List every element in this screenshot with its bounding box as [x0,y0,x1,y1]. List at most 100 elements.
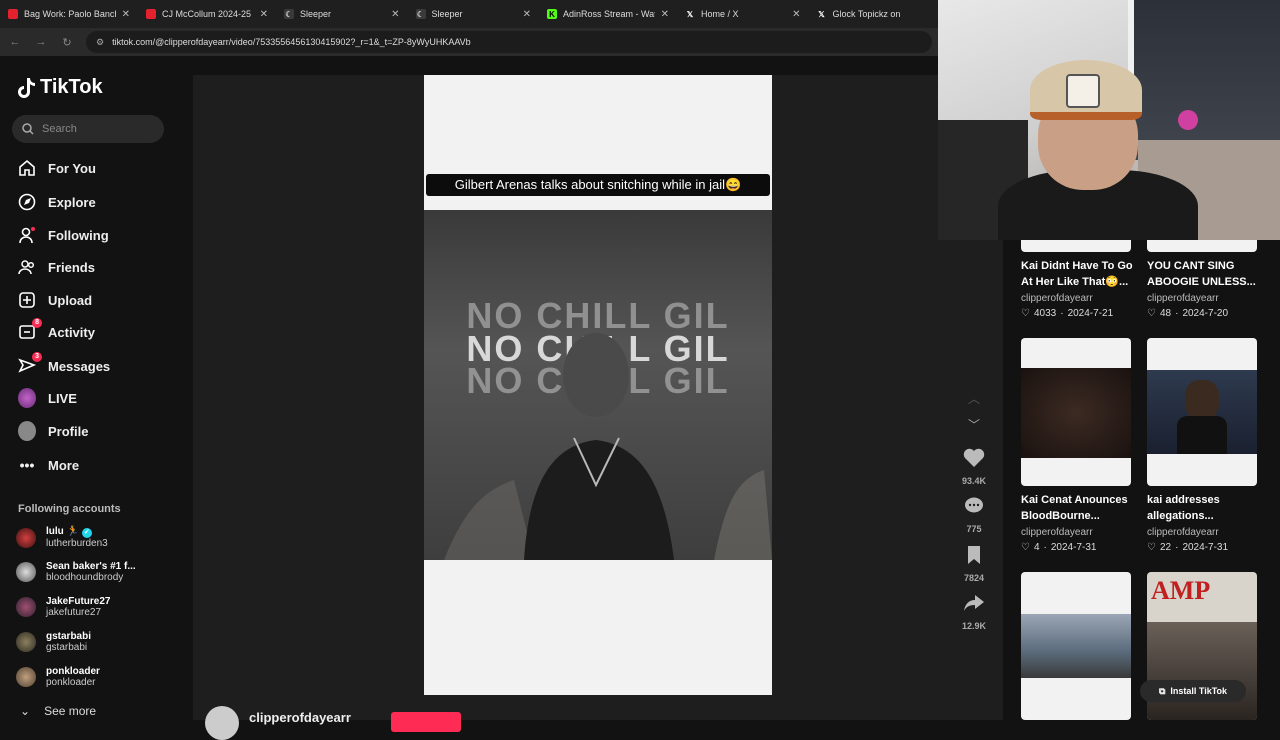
card-channel[interactable]: clipperofdayearr [1021,293,1093,304]
share-button[interactable]: 12.9K [955,593,993,631]
browser-tab[interactable]: 𝕏 Home / X ✕ [677,0,809,28]
account-item[interactable]: gstarbabi gstarbabi [16,631,91,653]
thumbnail-image [1021,614,1131,678]
previous-video-button[interactable]: ︿ [955,390,993,408]
thumbnail-image [1147,370,1257,454]
x-logo-icon: 𝕏 [818,9,825,19]
url-text: tiktok.com/@clipperofdayearr/video/75335… [112,37,471,47]
video-thumbnail[interactable] [1147,240,1257,252]
close-icon[interactable]: ✕ [792,9,800,20]
avatar [16,597,36,617]
browser-tab-bar: Bag Work: Paolo Banchero✕ CJ McCollum 20… [0,0,940,28]
nav-following[interactable]: Following [18,226,109,244]
close-icon[interactable]: ✕ [661,9,669,20]
messages-icon: 3 [18,352,42,375]
browser-toolbar: ← → ↻ ⚙ tiktok.com/@clipperofdayearr/vid… [0,28,940,56]
install-tiktok-button[interactable]: ⧉ Install TikTok [1140,680,1246,702]
account-item[interactable]: Sean baker's #1 f... bloodhoundbrody [16,561,136,583]
nav-profile[interactable]: Profile [18,421,88,441]
nav-more[interactable]: ••• More [18,456,79,474]
browser-tab[interactable]: 𝕏 Glock Topickz on [809,0,941,28]
card-channel[interactable]: clipperofdayearr [1021,527,1093,538]
follow-button[interactable] [391,712,461,732]
webcam-overlay [938,0,1280,240]
author-username[interactable]: clipperofdayearr [249,710,351,725]
card-meta: ♡ 48 · 2024-7-20 [1147,308,1229,319]
close-icon[interactable]: ✕ [523,9,531,20]
chevron-up-icon: ︿ [967,392,980,406]
home-icon [18,159,36,177]
comment-button[interactable]: 775 [955,496,993,534]
reload-icon[interactable]: ↻ [60,36,74,49]
sleeper-icon: ☾ [415,9,426,19]
card-title[interactable]: Kai Didnt Have To Go At Her Like That😳..… [1021,258,1139,290]
author-avatar[interactable] [205,706,239,740]
nav-messages[interactable]: 3 Messages [18,352,110,375]
browser-tab[interactable]: KAdinRoss Stream - Watch✕ [539,0,677,28]
kick-icon: K [547,9,557,19]
browser-tab[interactable]: Bag Work: Paolo Banchero✕ [0,0,138,28]
close-icon[interactable]: ✕ [122,9,130,20]
browser-tab[interactable]: ☾ Sleeper ✕ [276,0,408,28]
forward-icon[interactable]: → [34,36,48,48]
search-icon [22,123,34,135]
verified-icon: ✓ [81,528,92,538]
friends-icon [18,258,36,276]
account-item[interactable]: JakeFuture27 jakefuture27 [16,596,110,618]
youtube-icon [146,9,156,19]
close-icon[interactable]: ✕ [391,9,399,20]
card-title[interactable]: Kai Cenat Anounces BloodBourne... [1021,492,1139,524]
video-player[interactable]: Gilbert Arenas talks about snitching whi… [424,75,772,695]
heart-outline-icon: ♡ [1021,542,1030,553]
person-figure [444,333,772,560]
address-bar[interactable]: ⚙ tiktok.com/@clipperofdayearr/video/753… [86,31,932,53]
like-button[interactable]: 93.4K [955,448,993,486]
heart-icon [963,448,985,467]
card-title[interactable]: kai addresses allegations... [1147,492,1265,524]
card-title[interactable]: YOU CANT SING ABOOGIE UNLESS... [1147,258,1265,290]
card-meta: ♡ 4 · 2024-7-31 [1021,542,1097,553]
thumbnail-image [1147,622,1257,720]
tiktok-logo[interactable]: TikTok [16,76,103,99]
install-icon: ⧉ [1158,685,1166,696]
browser-tab[interactable]: CJ McCollum 2024-25 NBA✕ [138,0,276,28]
account-item[interactable]: lulu 🏃 ✓ lutherburden3 [16,526,108,549]
activity-badge: 8 [32,318,42,328]
nav-activity[interactable]: 8 Activity [18,318,95,341]
video-thumbnail[interactable] [1021,338,1131,486]
see-more-button[interactable]: ⌄ See more [20,704,96,718]
live-icon [18,388,36,408]
activity-icon: 8 [18,318,42,341]
heart-outline-icon: ♡ [1147,542,1156,553]
tiktok-note-icon [18,77,35,98]
profile-icon [18,421,36,441]
sidebar: TikTok Search For You Explore Following … [0,56,193,720]
nav-for-you[interactable]: For You [18,159,96,177]
save-button[interactable]: 7824 [955,545,993,583]
back-icon[interactable]: ← [8,36,22,48]
nav-friends[interactable]: Friends [18,258,95,276]
cap-patch [1066,74,1100,108]
nav-live[interactable]: LIVE [18,388,77,408]
site-info-icon[interactable]: ⚙ [96,37,104,48]
plus-square-icon [18,291,36,309]
card-channel[interactable]: clipperofdayearr [1147,527,1219,538]
nav-upload[interactable]: Upload [18,291,92,309]
next-video-button[interactable]: ﹀ [955,416,993,434]
messages-badge: 3 [32,352,42,362]
avatar [16,562,36,582]
close-icon[interactable]: ✕ [260,9,268,20]
comment-icon [965,497,983,513]
video-thumbnail[interactable] [1147,338,1257,486]
search-input[interactable]: Search [12,115,164,143]
card-channel[interactable]: clipperofdayearr [1147,293,1219,304]
browser-tab[interactable]: ☾ Sleeper ✕ [408,0,540,28]
x-logo-icon: 𝕏 [686,9,694,19]
account-item[interactable]: ponkloader ponkloader [16,666,100,688]
chevron-down-icon: ﹀ [967,418,980,432]
avatar [16,632,36,652]
video-thumbnail[interactable] [1021,572,1131,720]
compass-icon [18,193,36,211]
nav-explore[interactable]: Explore [18,193,96,211]
video-thumbnail[interactable] [1021,240,1131,252]
